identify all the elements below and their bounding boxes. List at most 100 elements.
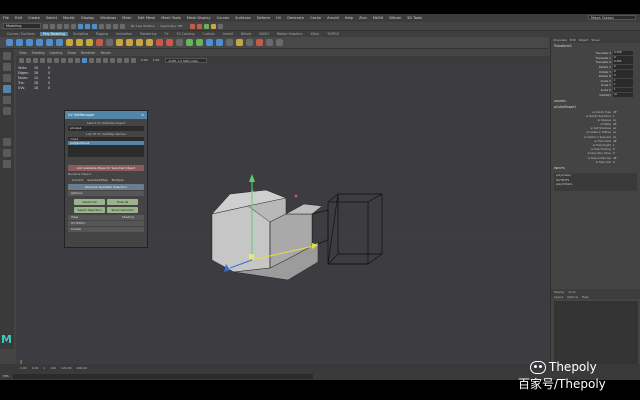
menu-modify[interactable]: Modify: [63, 16, 75, 20]
tab-anim[interactable]: Anim: [568, 290, 575, 294]
mel-label[interactable]: MEL: [3, 374, 9, 378]
mode-dropdown[interactable]: Modeling: [3, 23, 41, 29]
channel-value[interactable]: 0.252: [613, 60, 633, 65]
create-section-header[interactable]: Create: [68, 227, 144, 232]
selected-object-name[interactable]: Transform1: [551, 43, 640, 49]
select-all-button[interactable]: Select All: [74, 199, 105, 205]
shelf-tab-sculpting[interactable]: Sculpting: [70, 32, 91, 36]
mirror-icon[interactable]: [106, 39, 113, 46]
channel-name[interactable]: Rotate X: [551, 65, 613, 69]
range-value[interactable]: 120: [50, 366, 56, 370]
shelf-tab-motion-graphics[interactable]: Motion Graphics: [274, 32, 306, 36]
offset-edge-loop-icon[interactable]: [196, 39, 203, 46]
shape-attr-name[interactable]: ai Step Size: [551, 161, 613, 164]
menu-bifrost[interactable]: Bifrost: [389, 16, 401, 20]
smooth-icon[interactable]: [86, 39, 93, 46]
shape-attr-name[interactable]: ai Opaque: [551, 119, 613, 122]
symmetry-label[interactable]: Symmetry: Off: [161, 24, 183, 28]
panel-menu-shading[interactable]: Shading: [32, 51, 45, 55]
channel-name[interactable]: Visibility: [551, 93, 613, 97]
ipr-render-icon[interactable]: [197, 23, 203, 29]
shape-attr-name[interactable]: ai Disp Autobump: [551, 157, 613, 160]
render-icon[interactable]: [190, 23, 196, 29]
channel-row[interactable]: Translate Z 0.252: [551, 60, 640, 65]
perspective-viewport[interactable]: Verts: 16 0 Edges: 28 0 Faces: 14 0 Tris: 28 0 UVs: 1…: [16, 64, 550, 372]
panel-menu-show[interactable]: Show: [67, 51, 76, 55]
shape-attr-name[interactable]: ai Disp Height: [551, 144, 613, 147]
list-maps-button[interactable]: List Available Maps for Selected Object: [68, 165, 144, 171]
menu-mesh-tools[interactable]: Mesh Tools: [161, 16, 180, 20]
target-weld-icon[interactable]: [176, 39, 183, 46]
shape-attr-name[interactable]: ai Trace Sets: [551, 140, 613, 143]
shelf-tab-animation[interactable]: Animation: [113, 32, 135, 36]
shape-attr-value[interactable]: 0: [613, 152, 615, 155]
undo-icon[interactable]: [64, 23, 69, 29]
shelf-tab-turtle[interactable]: TURTLE: [324, 32, 342, 36]
menu-file[interactable]: File: [3, 16, 9, 20]
shelf-tab-mash[interactable]: MASH: [256, 32, 271, 36]
channel-row[interactable]: Visibility on: [551, 92, 640, 97]
center-pivot-icon[interactable]: [256, 39, 263, 46]
menu-channels[interactable]: Channels: [553, 38, 567, 42]
snap-curve-icon[interactable]: [106, 23, 111, 29]
menu-cache[interactable]: Cache: [310, 16, 321, 20]
uv-editor-section-header[interactable]: UV Editor: [68, 221, 144, 226]
isolate-select-icon[interactable]: [131, 57, 136, 63]
shelf-tab-rigging[interactable]: Rigging: [93, 32, 111, 36]
anti-aliasing-icon[interactable]: [124, 57, 129, 63]
shape-attr-value[interactable]: on: [613, 131, 616, 134]
shelf-tab-poly-modeling[interactable]: Poly Modeling: [39, 32, 69, 36]
textured-icon[interactable]: [96, 57, 101, 63]
uv-window-titlebar[interactable]: UV SetManager ✕: [65, 111, 147, 119]
scale-tool-icon[interactable]: [3, 107, 11, 115]
quad-draw-icon[interactable]: [226, 39, 233, 46]
channel-name[interactable]: Translate Y: [551, 56, 613, 60]
menu-mesh-display[interactable]: Mesh Display: [187, 16, 211, 20]
shape-attr-value[interactable]: off: [613, 111, 616, 114]
snap-point-icon[interactable]: [113, 23, 118, 29]
layer-list[interactable]: [554, 301, 638, 365]
select-hierarchy-icon[interactable]: [78, 23, 83, 29]
shelf-tab-fx-caching[interactable]: FX Caching: [174, 32, 198, 36]
shape-attr-value[interactable]: 1: [613, 144, 615, 147]
multi-cut-icon[interactable]: [166, 39, 173, 46]
move-tool-icon[interactable]: [3, 85, 11, 93]
object-name-field[interactable]: pCube1: [68, 126, 144, 131]
last-tool-icon[interactable]: [3, 138, 11, 146]
hide-all-button[interactable]: Hide All: [107, 199, 138, 205]
menu-help[interactable]: Help: [345, 16, 353, 20]
channel-row[interactable]: Rotate Z0: [551, 74, 640, 79]
menu-mash[interactable]: MASH: [373, 16, 384, 20]
radio-selected-map[interactable]: Selected/Map: [87, 178, 107, 182]
menu-options[interactable]: Options: [567, 295, 578, 299]
channel-value[interactable]: 0: [613, 69, 633, 74]
film-gate-icon[interactable]: [54, 57, 59, 63]
command-input[interactable]: [13, 373, 314, 379]
shape-attr-value[interactable]: on: [613, 127, 616, 130]
color-management-dropdown[interactable]: ACES 1.0 SDR-video: [165, 57, 208, 63]
channel-value[interactable]: 0.258: [613, 51, 633, 56]
channel-name[interactable]: Scale Z: [551, 88, 613, 92]
panel-menu-lighting[interactable]: Lighting: [50, 51, 63, 55]
menu-display[interactable]: Display: [81, 16, 94, 20]
snap-surface-icon[interactable]: [120, 23, 125, 29]
channel-name[interactable]: Scale X: [551, 79, 613, 83]
shelf-tab-custom[interactable]: Custom: [199, 32, 217, 36]
uv-set-list[interactable]: map1 polySurface1: [68, 137, 144, 157]
select-object-icon[interactable]: [85, 23, 90, 29]
channel-name[interactable]: Translate Z: [551, 60, 613, 64]
wireframe-icon[interactable]: [68, 57, 73, 63]
panel-menu-view[interactable]: View: [19, 51, 27, 55]
grid-toggle-icon[interactable]: [47, 57, 52, 63]
menu-edit[interactable]: Edit: [570, 38, 576, 42]
shelf-tab-curves-surfaces[interactable]: Curves / Surfaces: [4, 32, 38, 36]
poly-sphere-icon[interactable]: [6, 39, 13, 46]
input-node[interactable]: polyUVSet1: [554, 182, 637, 187]
menu-show[interactable]: Show: [591, 38, 599, 42]
combine-icon[interactable]: [66, 39, 73, 46]
delete-history-icon[interactable]: [276, 39, 283, 46]
range-value[interactable]: 1.00: [20, 366, 27, 370]
duplicate-wireframe-cube[interactable]: [311, 193, 383, 265]
soft-select-icon[interactable]: [246, 39, 253, 46]
poly-torus-icon[interactable]: [46, 39, 53, 46]
